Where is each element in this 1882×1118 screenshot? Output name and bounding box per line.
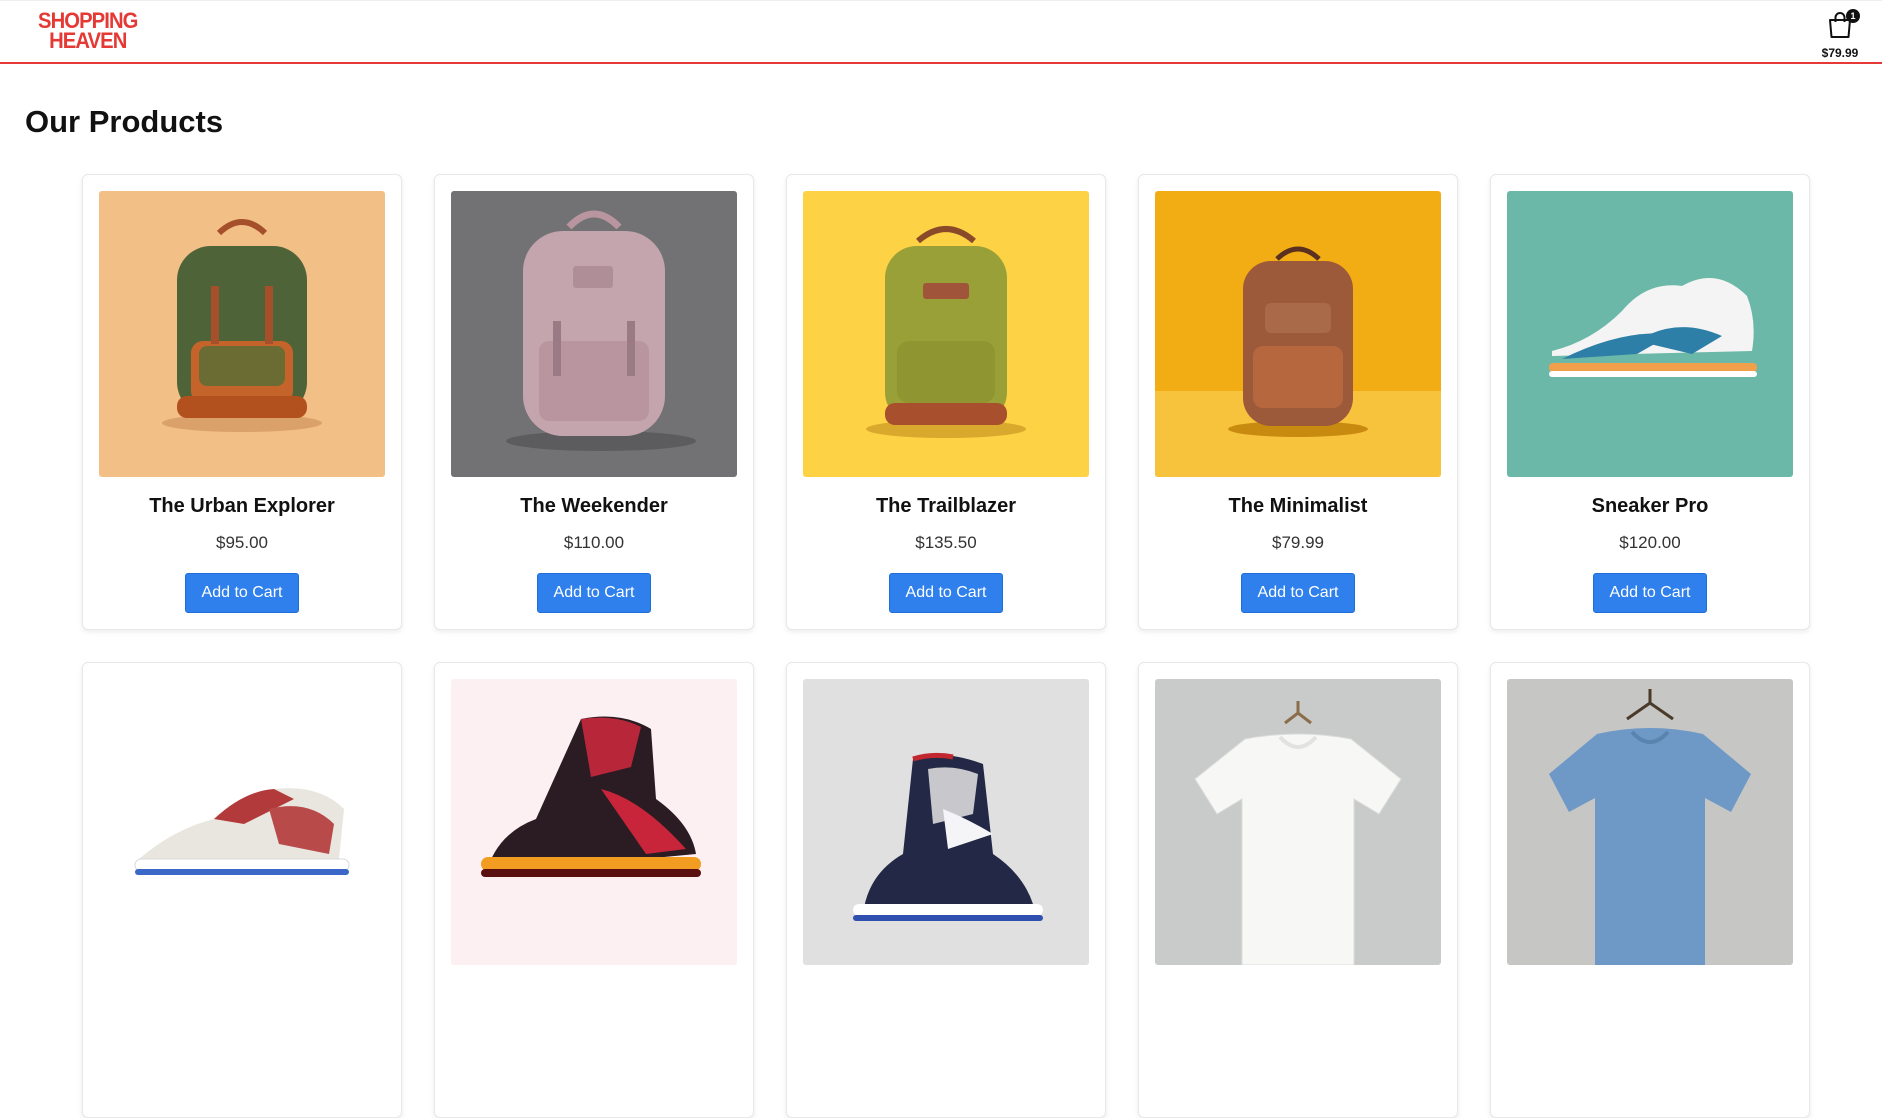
backpack-image	[99, 191, 385, 477]
product-image[interactable]	[451, 191, 737, 477]
product-card	[1138, 662, 1458, 1118]
product-card: Sneaker Pro $120.00 Add to Cart	[1490, 174, 1810, 630]
product-card	[786, 662, 1106, 1118]
product-grid: The Urban Explorer $95.00 Add to Cart Th…	[82, 174, 1810, 1118]
product-card	[1490, 662, 1810, 1118]
t-shirt-image	[1155, 679, 1441, 965]
product-image[interactable]	[451, 679, 737, 965]
product-name: The Trailblazer	[875, 495, 1017, 517]
product-price: $95.00	[216, 533, 268, 552]
add-to-cart-button[interactable]: Add to Cart	[537, 573, 651, 613]
t-shirt-image	[1507, 679, 1793, 965]
backpack-image	[803, 191, 1089, 477]
product-price: $120.00	[1619, 533, 1681, 552]
logo-line-2: HEAVEN	[49, 28, 127, 53]
product-price: $79.99	[1272, 533, 1324, 552]
product-card: The Urban Explorer $95.00 Add to Cart	[82, 174, 402, 630]
backpack-image	[1155, 191, 1441, 477]
sneaker-image	[1507, 191, 1793, 477]
backpack-image	[451, 191, 737, 477]
add-to-cart-button[interactable]: Add to Cart	[1241, 573, 1355, 613]
cart-count-badge: 1	[1846, 9, 1860, 23]
sneaker-image	[99, 679, 385, 965]
cart-button[interactable]: 1 $79.99	[1810, 9, 1870, 61]
product-image[interactable]	[1155, 191, 1441, 477]
add-to-cart-button[interactable]: Add to Cart	[185, 573, 299, 613]
product-image[interactable]	[99, 679, 385, 965]
add-to-cart-button[interactable]: Add to Cart	[1593, 573, 1707, 613]
product-card: The Weekender $110.00 Add to Cart	[434, 174, 754, 630]
product-name: The Minimalist	[1228, 495, 1368, 517]
product-price: $135.50	[915, 533, 977, 552]
page-title: Our Products	[25, 104, 224, 139]
product-image[interactable]	[1155, 679, 1441, 965]
high-top-sneaker-image	[451, 679, 737, 965]
product-image[interactable]	[803, 191, 1089, 477]
product-image[interactable]	[1507, 679, 1793, 965]
add-to-cart-button[interactable]: Add to Cart	[889, 573, 1003, 613]
product-name: The Urban Explorer	[149, 495, 335, 517]
product-name: The Weekender	[520, 495, 668, 517]
product-card	[82, 662, 402, 1118]
product-image[interactable]	[803, 679, 1089, 965]
product-card: The Trailblazer $135.50 Add to Cart	[786, 174, 1106, 630]
cart-total: $79.99	[1821, 46, 1859, 60]
site-logo[interactable]: SHOPPING HEAVEN	[38, 10, 138, 53]
product-card: The Minimalist $79.99 Add to Cart	[1138, 174, 1458, 630]
product-price: $110.00	[563, 533, 625, 552]
site-header: SHOPPING HEAVEN 1 $79.99	[0, 0, 1882, 64]
product-image[interactable]	[1507, 191, 1793, 477]
product-image[interactable]	[99, 191, 385, 477]
product-name: Sneaker Pro	[1591, 495, 1709, 517]
high-top-sneaker-image	[803, 679, 1089, 965]
product-card	[434, 662, 754, 1118]
